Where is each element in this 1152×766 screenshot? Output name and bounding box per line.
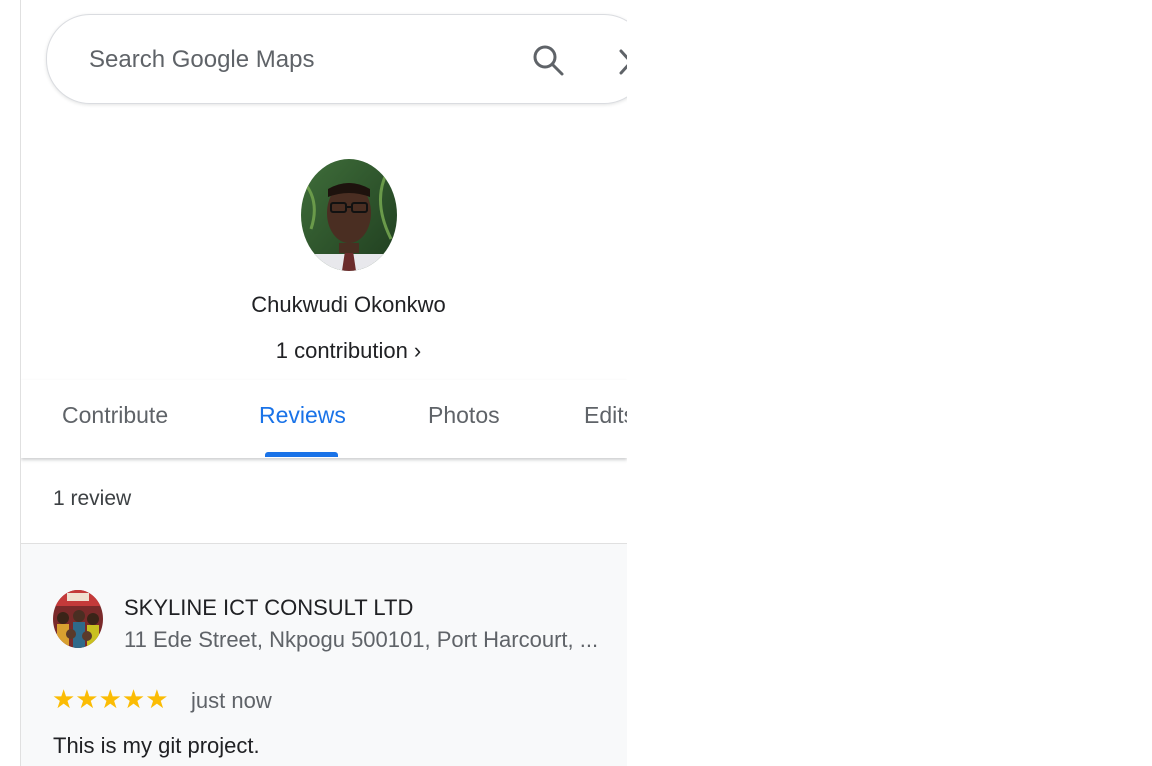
business-thumbnail[interactable] [53,590,103,648]
search-icon[interactable] [529,41,569,81]
business-name[interactable]: SKYLINE ICT CONSULT LTD [124,595,413,621]
tab-edits[interactable]: Edits [584,402,627,429]
review-text: This is my git project. [53,733,260,758]
tab-bar: Contribute Reviews Photos Edits [21,380,627,458]
business-address: 11 Ede Street, Nkpogu 500101, Port Harco… [124,627,599,652]
contributions-link[interactable]: 1 contribution › [21,338,627,364]
search-box [46,14,627,104]
review-card: SKYLINE ICT CONSULT LTD 11 Ede Street, N… [21,543,627,766]
review-count: 1 review [53,487,132,510]
tab-reviews[interactable]: Reviews [259,402,346,429]
review-time: just now [191,688,272,713]
star-rating: ★★★★★ [52,684,169,714]
tab-contribute[interactable]: Contribute [62,402,168,429]
avatar [301,159,397,271]
active-tab-indicator [265,452,338,457]
left-edge [0,0,21,766]
close-icon[interactable] [613,45,627,81]
profile-name: Chukwudi Okonkwo [251,292,446,317]
side-panel: Chukwudi Okonkwo 1 contribution › Contri… [21,0,627,766]
search-input[interactable] [87,39,491,81]
tab-photos[interactable]: Photos [428,402,500,429]
